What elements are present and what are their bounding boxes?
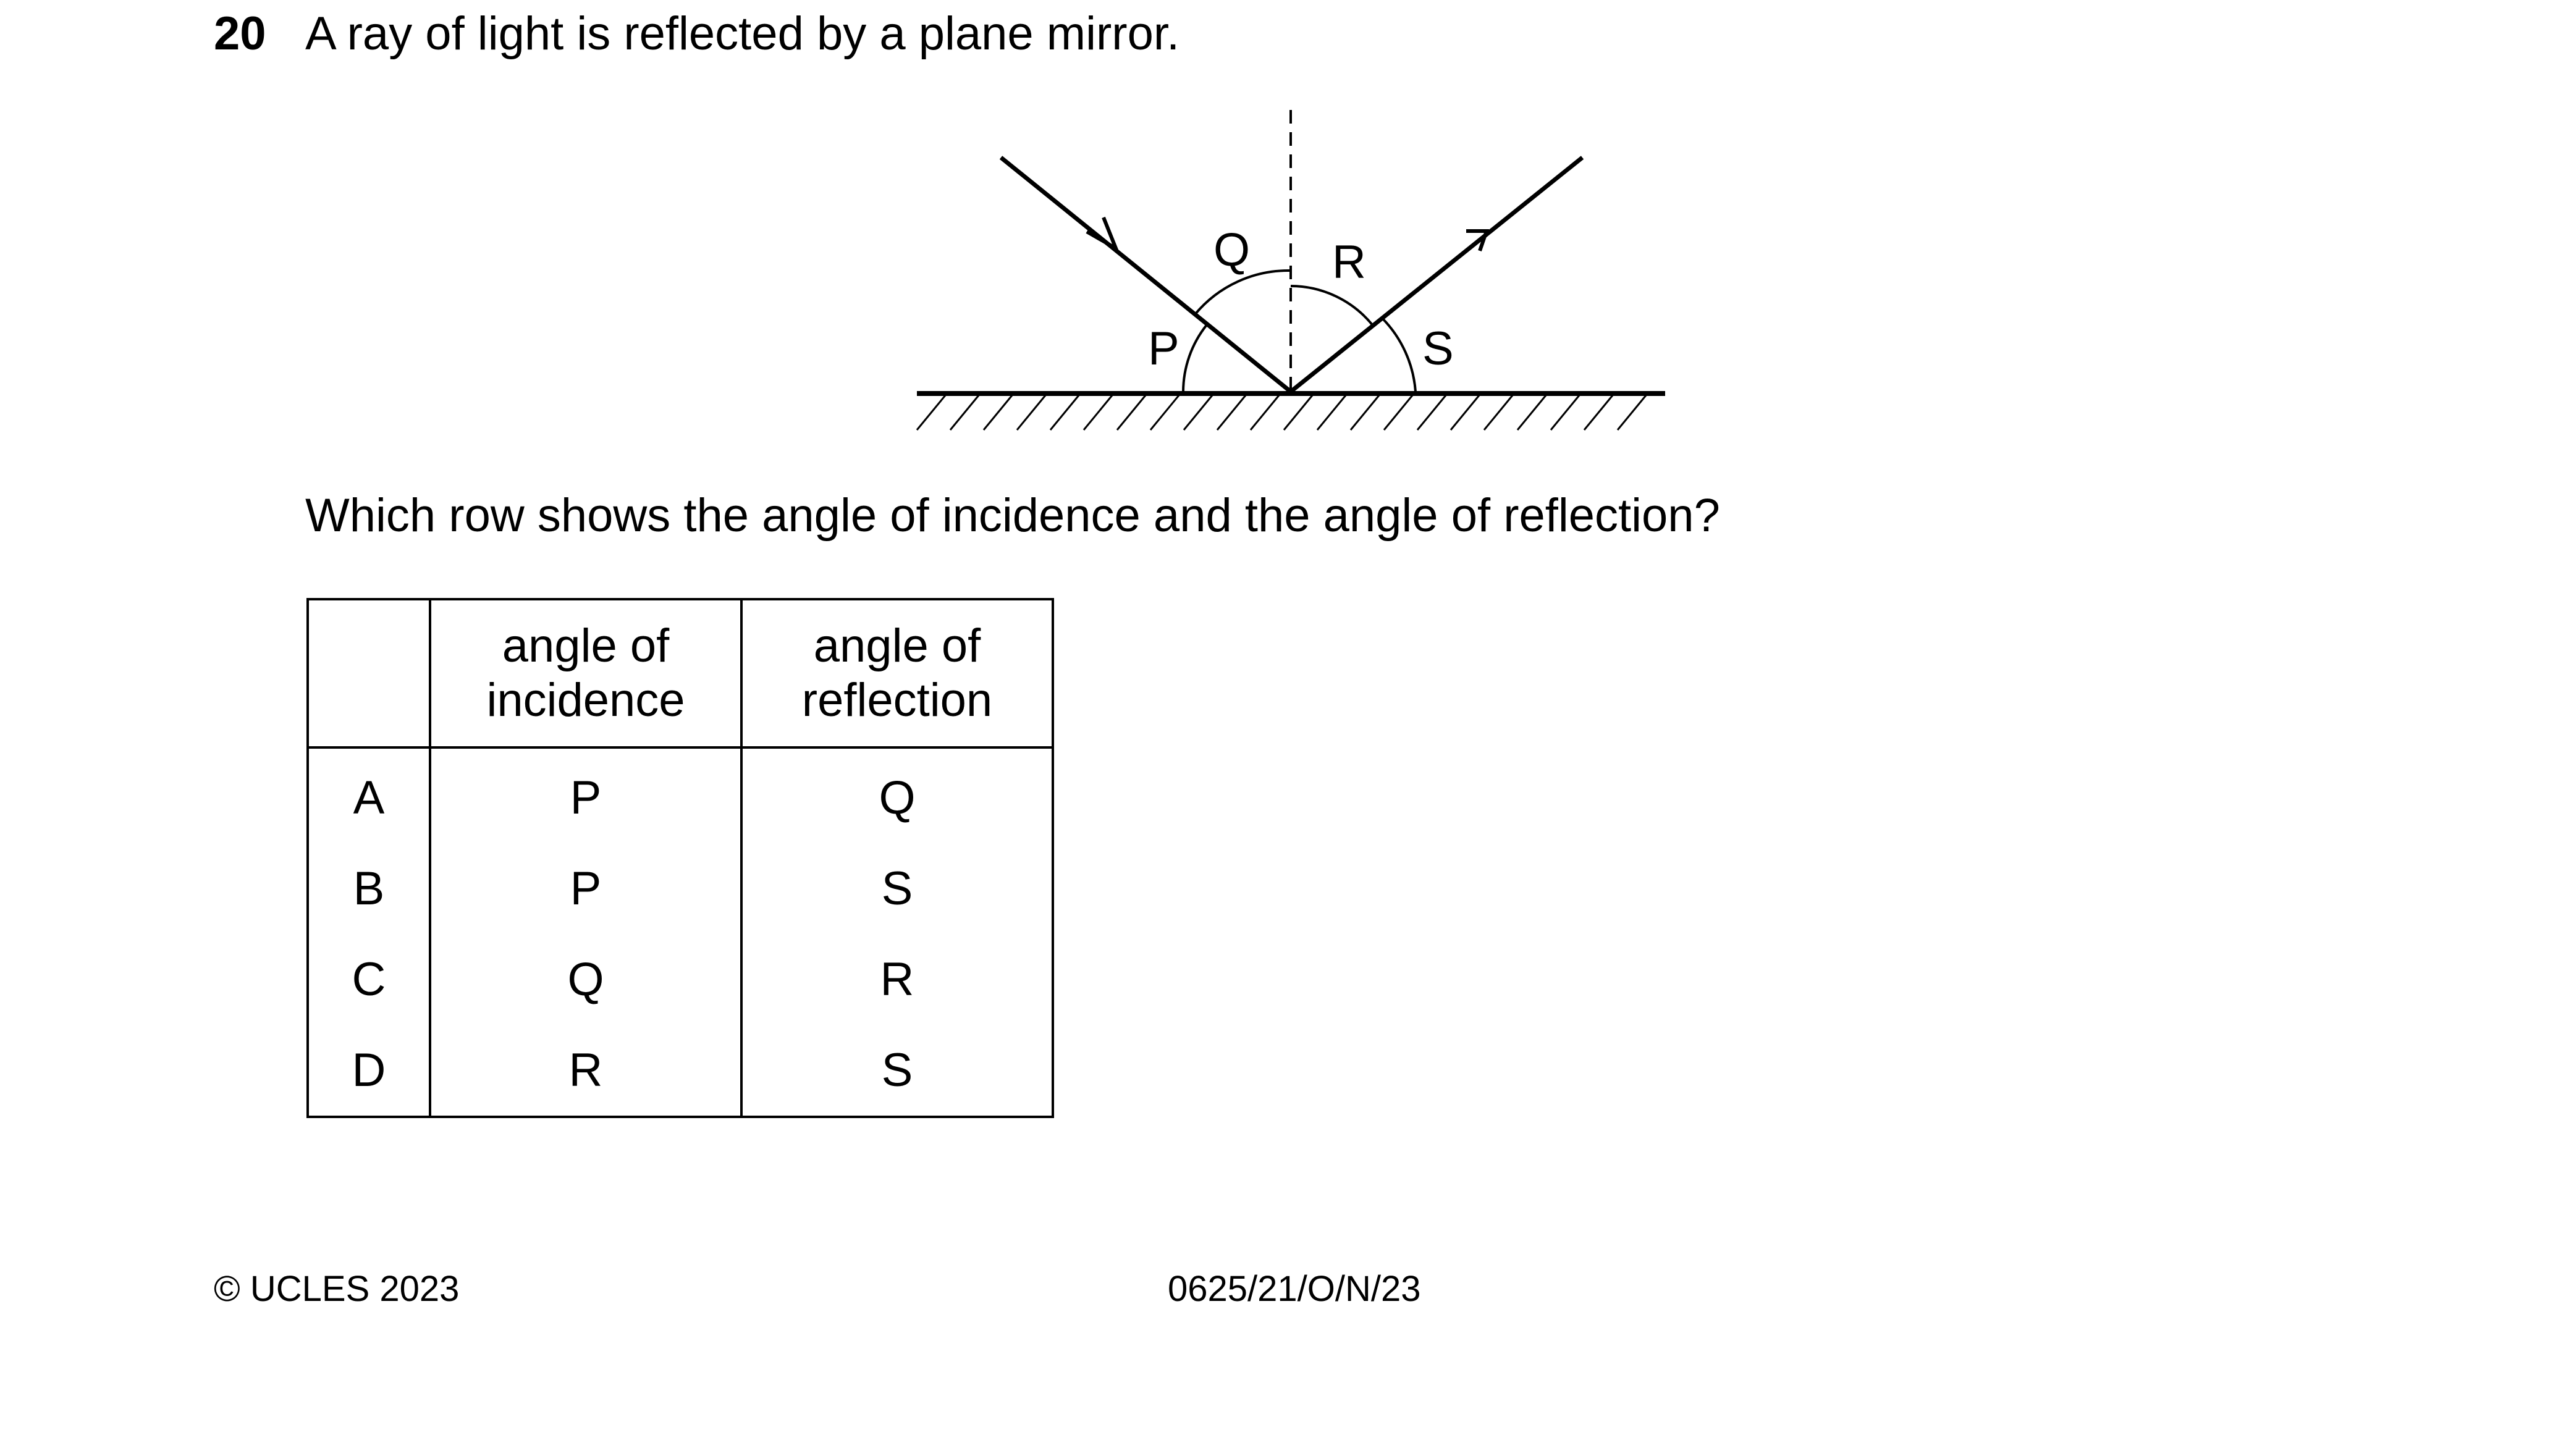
answer-table: angle of incidence angle of reflection A… xyxy=(306,598,1054,1118)
hatch-mark xyxy=(949,395,980,431)
option-letter: D xyxy=(306,1025,431,1118)
incidence-cell: P xyxy=(429,843,743,934)
incidence-cell: P xyxy=(429,747,743,843)
hatch-mark xyxy=(1416,395,1447,431)
hatch-mark xyxy=(1516,395,1547,431)
table-row: A P Q xyxy=(306,747,1054,843)
hatch-mark xyxy=(1583,395,1614,431)
option-letter: A xyxy=(306,747,431,843)
incidence-cell: R xyxy=(429,1025,743,1118)
hatch-mark xyxy=(1550,395,1580,431)
header-angle-of-incidence: angle of incidence xyxy=(429,598,743,749)
reflection-cell: R xyxy=(740,934,1054,1025)
incident-ray-arrowhead xyxy=(1086,216,1120,253)
reflection-cell: S xyxy=(740,1025,1054,1118)
paper-code-footer: 0625/21/O/N/23 xyxy=(1168,1269,1421,1309)
hatch-mark xyxy=(1316,395,1347,431)
reflection-cell: Q xyxy=(740,747,1054,843)
option-letter: B xyxy=(306,843,431,934)
table-row: D R S xyxy=(306,1025,1054,1118)
angle-s-arc xyxy=(1381,317,1417,392)
hatch-mark xyxy=(1116,395,1147,431)
hatch-mark xyxy=(982,395,1013,431)
hatch-mark xyxy=(1049,395,1080,431)
header-blank xyxy=(306,598,431,749)
table-row: C Q R xyxy=(306,934,1054,1025)
header-reflection-line2: reflection xyxy=(801,674,993,726)
header-incidence-line1: angle of xyxy=(502,620,670,672)
hatch-mark xyxy=(1483,395,1514,431)
answer-table-header: angle of incidence angle of reflection xyxy=(306,598,1054,749)
hatch-mark xyxy=(1016,395,1047,431)
angle-label-q: Q xyxy=(1213,224,1250,276)
mirror-hatching xyxy=(916,395,1647,431)
table-row: B P S xyxy=(306,843,1054,934)
header-incidence-line2: incidence xyxy=(486,674,685,726)
hatch-mark xyxy=(916,395,947,431)
hatch-mark xyxy=(1149,395,1180,431)
option-letter: C xyxy=(306,934,431,1025)
hatch-mark xyxy=(1616,395,1647,431)
hatch-mark xyxy=(1450,395,1480,431)
incidence-cell: Q xyxy=(429,934,743,1025)
reflection-cell: S xyxy=(740,843,1054,934)
angle-label-s: S xyxy=(1422,322,1454,375)
hatch-mark xyxy=(1183,395,1213,431)
question-prompt: Which row shows the angle of incidence a… xyxy=(305,489,1720,542)
hatch-mark xyxy=(1383,395,1414,431)
hatch-mark xyxy=(1249,395,1280,431)
copyright-footer: © UCLES 2023 xyxy=(214,1269,460,1309)
header-angle-of-reflection: angle of reflection xyxy=(740,598,1054,749)
angle-q-arc xyxy=(1194,269,1291,316)
hatch-mark xyxy=(1216,395,1247,431)
angle-r-arc xyxy=(1290,285,1374,327)
angle-p-arc xyxy=(1182,324,1208,392)
header-reflection-line1: angle of xyxy=(813,620,981,672)
hatch-mark xyxy=(1283,395,1314,431)
angle-label-r: R xyxy=(1332,236,1366,288)
hatch-mark xyxy=(1082,395,1113,431)
angle-label-p: P xyxy=(1148,322,1179,375)
reflection-diagram: P Q R S xyxy=(916,110,1665,431)
hatch-mark xyxy=(1349,395,1380,431)
